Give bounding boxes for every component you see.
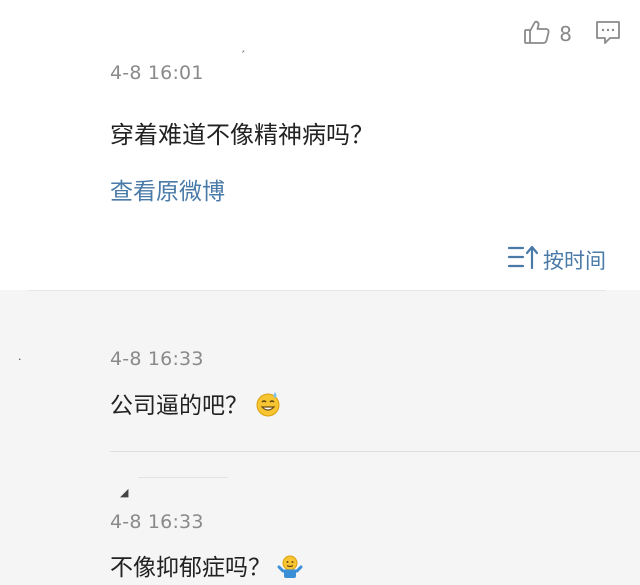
view-original-weibo-link[interactable]: 查看原微博 — [110, 172, 225, 206]
sort-icon — [507, 243, 543, 276]
thumbs-up-icon — [523, 18, 551, 50]
cropped-avatar-fragment: . — [18, 350, 22, 363]
cropped-username-fragment: ˏ — [240, 40, 246, 53]
comment-text: 公司逼的吧？ — [110, 386, 282, 424]
reply-divider — [138, 477, 228, 478]
shrug-emoji — [277, 553, 303, 585]
sweat-smile-emoji — [254, 390, 282, 424]
like-button[interactable]: 8 — [523, 18, 594, 50]
cropped-avatar-fragment: ◢ — [120, 486, 129, 499]
like-count: 8 — [559, 22, 572, 46]
comment-text-content: 不像抑郁症吗？ — [110, 555, 271, 581]
sort-label: 按时间 — [543, 248, 606, 273]
post-text: 穿着难道不像精神病吗？ — [110, 121, 374, 149]
post-actions: 8 — [523, 18, 622, 50]
weibo-post: ˏ 8 4-8 16:01 穿着难道不像精神病吗？ 查看原微博 按时间 — [0, 0, 640, 290]
sort-by-time-button[interactable]: 按时间 — [507, 243, 606, 276]
post-timestamp: 4-8 16:01 — [110, 62, 204, 84]
comment-divider — [110, 451, 640, 452]
comment-text-content: 公司逼的吧？ — [110, 393, 248, 419]
comment-timestamp: 4-8 16:33 — [110, 348, 204, 370]
section-divider — [28, 290, 606, 291]
comment-timestamp: 4-8 16:33 — [110, 511, 204, 533]
comment-text: 不像抑郁症吗？ — [110, 548, 303, 585]
comment-button[interactable] — [594, 18, 622, 50]
comment-icon — [594, 18, 622, 50]
